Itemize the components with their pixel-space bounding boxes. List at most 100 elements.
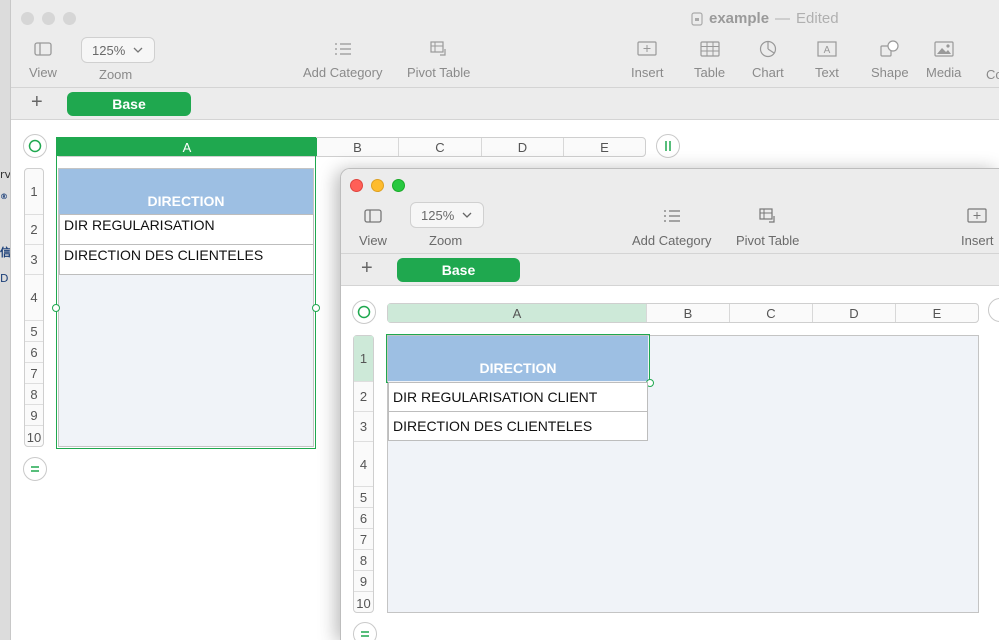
column-header-e[interactable]: E: [564, 138, 645, 156]
media-tool[interactable]: Media: [926, 40, 961, 80]
pivot-table-label: Pivot Table: [736, 233, 800, 248]
row-header-4[interactable]: 4: [25, 275, 43, 321]
pivot-table-label: Pivot Table: [407, 65, 471, 80]
table-tool[interactable]: Table: [694, 40, 725, 80]
row-header-9[interactable]: 9: [354, 571, 373, 592]
zoom-select[interactable]: 125%: [410, 202, 484, 228]
view-label: View: [29, 65, 57, 80]
minimize-button[interactable]: [371, 179, 384, 192]
sidebar-icon: [362, 207, 384, 225]
front-cell-a3[interactable]: DIRECTION DES CLIENTELES: [388, 411, 648, 441]
row-header-3[interactable]: 3: [25, 245, 43, 275]
insert-label: Insert: [631, 65, 664, 80]
zoom-value: 125%: [92, 42, 126, 58]
media-icon: [933, 40, 955, 58]
column-a-selection-outline: [56, 137, 316, 449]
column-header-d[interactable]: D: [813, 304, 896, 322]
row-header-1[interactable]: 1: [25, 169, 43, 215]
add-column-button[interactable]: [656, 134, 680, 158]
add-category-tool[interactable]: Add Category: [632, 207, 712, 248]
zoom-window-button[interactable]: [63, 12, 76, 25]
view-tool[interactable]: View: [29, 40, 57, 80]
row-header-10[interactable]: 10: [25, 426, 43, 448]
add-sheet-button[interactable]: +: [361, 257, 373, 280]
row-header-2[interactable]: 2: [354, 382, 373, 412]
add-category-label: Add Category: [303, 65, 383, 80]
back-row-header: 1 2 3 4 5 6 7 8 9 10: [24, 168, 44, 447]
row-header-2[interactable]: 2: [25, 215, 43, 245]
zoom-value: 125%: [421, 207, 455, 223]
row-header-3[interactable]: 3: [354, 412, 373, 442]
pivot-table-tool[interactable]: Pivot Table: [736, 207, 799, 248]
add-category-tool[interactable]: Add Category: [303, 40, 383, 80]
document-status: Edited: [796, 10, 839, 27]
sheet-tab-base[interactable]: Base: [67, 92, 191, 116]
add-sheet-button[interactable]: +: [31, 91, 43, 114]
row-header-8[interactable]: 8: [25, 384, 43, 405]
equals-icon: [31, 466, 39, 472]
zoom-select[interactable]: 125%: [81, 37, 155, 63]
chart-icon: [757, 40, 779, 58]
shape-label: Shape: [871, 65, 909, 80]
selection-handle-right[interactable]: [312, 304, 320, 312]
front-sheet-bar: + Base: [341, 254, 999, 286]
column-header-b[interactable]: B: [317, 138, 399, 156]
pivot-table-tool[interactable]: Pivot Table: [407, 40, 470, 80]
title-separator: —: [775, 10, 791, 27]
cut-off-tool-label: Co: [986, 67, 999, 82]
insert-label: Insert: [961, 233, 994, 248]
front-toolbar: View 125% Zoom Add Category Pivot Table …: [341, 169, 999, 254]
front-numbers-window: View 125% Zoom Add Category Pivot Table …: [340, 168, 999, 640]
row-header-8[interactable]: 8: [354, 550, 373, 571]
insert-tool[interactable]: Insert: [631, 40, 664, 80]
zoom-label: Zoom: [429, 233, 463, 248]
insert-icon: [636, 40, 658, 58]
row-header-7[interactable]: 7: [354, 529, 373, 550]
row-header-5[interactable]: 5: [354, 487, 373, 508]
column-header-e[interactable]: E: [896, 304, 978, 322]
front-cell-a2[interactable]: DIR REGULARISATION CLIENT: [388, 382, 648, 412]
pivot-table-icon: [757, 207, 779, 225]
selection-handle-left[interactable]: [52, 304, 60, 312]
row-header-6[interactable]: 6: [25, 342, 43, 363]
minimize-button[interactable]: [42, 12, 55, 25]
pivot-table-icon: [428, 40, 450, 58]
row-header-1[interactable]: 1: [354, 336, 373, 382]
select-table-button[interactable]: [23, 134, 47, 158]
insert-tool[interactable]: Insert: [961, 207, 994, 248]
desktop-background: rv ® 信 D: [0, 0, 11, 640]
cell-selection-outline: [386, 334, 650, 383]
add-row-button[interactable]: [23, 457, 47, 481]
add-column-button[interactable]: [988, 298, 999, 322]
column-header-b[interactable]: B: [647, 304, 730, 322]
desktop-glyph: D: [0, 272, 9, 285]
text-label: Text: [815, 65, 839, 80]
row-header-4[interactable]: 4: [354, 442, 373, 487]
add-category-label: Add Category: [632, 233, 712, 248]
row-header-10[interactable]: 10: [354, 592, 373, 614]
front-column-header: A B C D E: [387, 303, 979, 323]
column-header-d[interactable]: D: [482, 138, 564, 156]
column-header-c[interactable]: C: [399, 138, 482, 156]
shape-tool[interactable]: Shape: [871, 40, 909, 80]
back-sheet-bar: + Base: [11, 88, 999, 120]
column-header-c[interactable]: C: [730, 304, 813, 322]
pause-bars-icon: [665, 141, 671, 151]
chart-tool[interactable]: Chart: [752, 40, 784, 80]
document-name: example: [709, 10, 770, 27]
row-header-6[interactable]: 6: [354, 508, 373, 529]
row-header-9[interactable]: 9: [25, 405, 43, 426]
circle-icon: [357, 305, 371, 319]
close-button[interactable]: [350, 179, 363, 192]
column-header-a[interactable]: A: [388, 304, 647, 322]
text-tool[interactable]: A Text: [815, 40, 839, 80]
select-table-button[interactable]: [352, 300, 376, 324]
close-button[interactable]: [21, 12, 34, 25]
sheet-tab-base[interactable]: Base: [397, 258, 520, 282]
zoom-window-button[interactable]: [392, 179, 405, 192]
row-header-7[interactable]: 7: [25, 363, 43, 384]
add-row-button[interactable]: [353, 622, 377, 640]
table-label: Table: [694, 65, 726, 80]
row-header-5[interactable]: 5: [25, 321, 43, 342]
view-tool[interactable]: View: [359, 207, 387, 248]
